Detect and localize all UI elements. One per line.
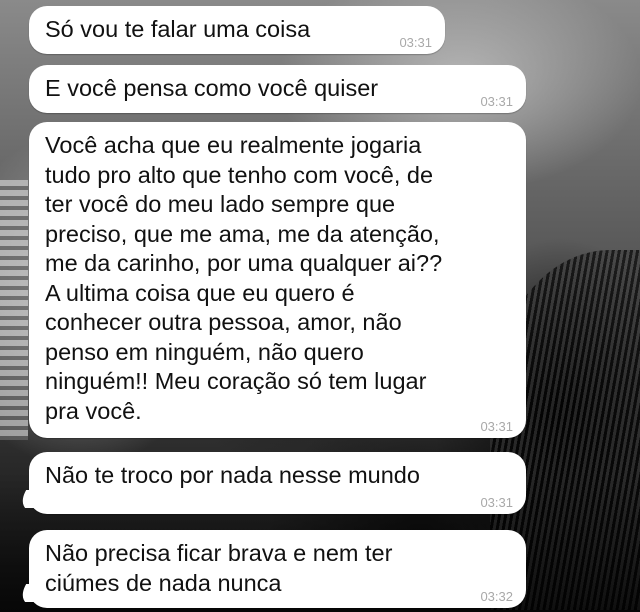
message-timestamp: 03:31 bbox=[480, 495, 513, 510]
bubble-tail bbox=[15, 584, 37, 602]
message-text: Não te troco por nada nesse mundo bbox=[45, 462, 420, 488]
message-text: E você pensa como você quiser bbox=[45, 75, 379, 101]
message-bubble-4[interactable]: Não te troco por nada nesse mundo 03:31 bbox=[29, 452, 526, 514]
message-bubble-1[interactable]: Só vou te falar uma coisa 03:31 bbox=[29, 6, 445, 54]
background-building bbox=[0, 180, 28, 440]
message-timestamp: 03:31 bbox=[480, 94, 513, 109]
message-bubble-3[interactable]: Você acha que eu realmente jogaria tudo … bbox=[29, 122, 526, 438]
message-text: Você acha que eu realmente jogaria tudo … bbox=[45, 132, 443, 424]
message-bubble-2[interactable]: E você pensa como você quiser 03:31 bbox=[29, 65, 526, 113]
message-text: Só vou te falar uma coisa bbox=[45, 16, 311, 42]
message-bubble-5[interactable]: Não precisa ficar brava e nem ter ciúmes… bbox=[29, 530, 526, 608]
message-timestamp: 03:31 bbox=[480, 419, 513, 434]
message-timestamp: 03:32 bbox=[480, 589, 513, 604]
message-timestamp: 03:31 bbox=[399, 35, 432, 50]
bubble-tail bbox=[15, 490, 37, 508]
message-text: Não precisa ficar brava e nem ter ciúmes… bbox=[45, 540, 393, 596]
